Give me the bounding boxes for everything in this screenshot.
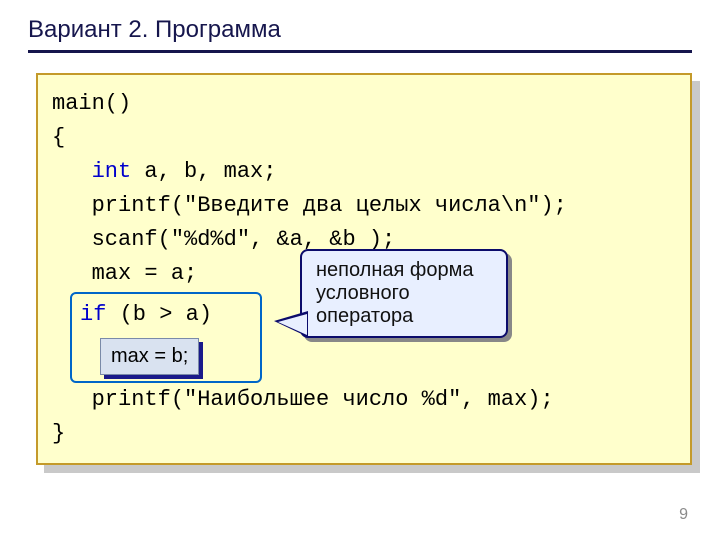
callout-line-1: неполная форма — [316, 259, 492, 282]
code-line-9: } — [52, 421, 65, 446]
callout-line-2: условного — [316, 282, 492, 305]
code-line-8: printf("Наибольшее число %d", max); — [52, 387, 554, 412]
code-line-6: max = a; — [52, 261, 197, 286]
page-number: 9 — [679, 506, 688, 524]
if-block: if (b > a) max = b; — [70, 292, 262, 383]
keyword-if: if — [80, 302, 106, 327]
code-line-2: { — [52, 125, 65, 150]
code-line-3-indent — [52, 159, 92, 184]
slide-title: Вариант 2. Программа — [28, 16, 692, 53]
code-line-3-rest: a, b, max; — [131, 159, 276, 184]
callout-bubble: неполная форма условного оператора — [300, 249, 508, 338]
keyword-int: int — [92, 159, 132, 184]
assignment-highlight: max = b; — [100, 338, 199, 375]
callout-line-3: оператора — [316, 305, 492, 328]
code-line-4: printf("Введите два целых числа\n"); — [52, 193, 567, 218]
callout-tail-icon — [274, 311, 308, 337]
code-line-1: main() — [52, 91, 131, 116]
slide: Вариант 2. Программа main() { int a, b, … — [0, 0, 720, 481]
callout-container: неполная форма условного оператора — [300, 249, 508, 338]
max-equals-b: max = b; — [100, 338, 199, 375]
if-condition: (b > a) — [106, 302, 212, 327]
